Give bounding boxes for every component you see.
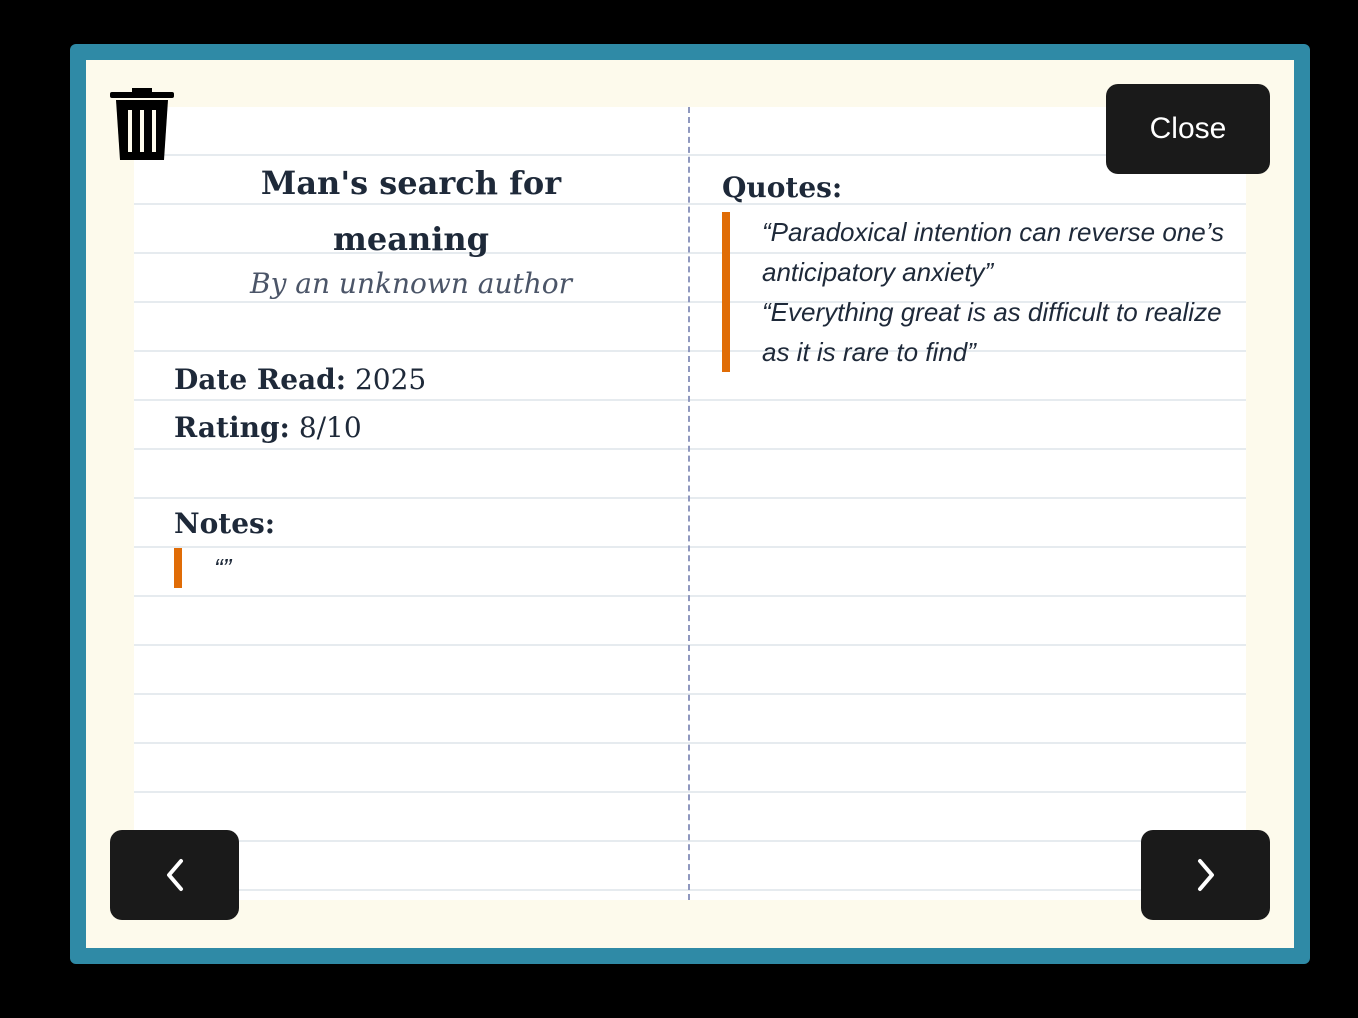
delete-button[interactable] — [110, 86, 174, 162]
quote-item: “Paradoxical intention can reverse one’s… — [762, 217, 1225, 287]
date-read-value: 2025 — [354, 363, 427, 396]
trash-icon — [110, 88, 174, 160]
quotes-label: Quotes: — [722, 171, 843, 204]
notes-label: Notes: — [174, 507, 276, 540]
date-read-label: Date Read: — [174, 363, 347, 396]
page-divider — [688, 107, 690, 900]
notes-block: “” — [174, 548, 231, 588]
rating-label: Rating: — [174, 411, 290, 444]
note-item: “” — [214, 553, 232, 583]
rating-row: Rating: 8/10 — [174, 404, 362, 452]
date-read-row: Date Read: 2025 — [174, 356, 426, 404]
book-author: By an unknown author — [250, 267, 572, 300]
chevron-right-icon — [1197, 859, 1214, 891]
rating-value: 8/10 — [298, 411, 362, 444]
book-title: Man's search for meaning — [260, 164, 562, 258]
quote-item: “Everything great is as difficult to rea… — [762, 297, 1222, 367]
quotes-block: “Paradoxical intention can reverse one’s… — [722, 212, 1244, 372]
book-header: Man's search for meaning By an unknown a… — [174, 155, 648, 307]
chevron-left-icon — [166, 859, 183, 891]
close-button[interactable]: Close — [1106, 84, 1270, 174]
next-page-button[interactable] — [1141, 830, 1270, 920]
previous-page-button[interactable] — [110, 830, 239, 920]
